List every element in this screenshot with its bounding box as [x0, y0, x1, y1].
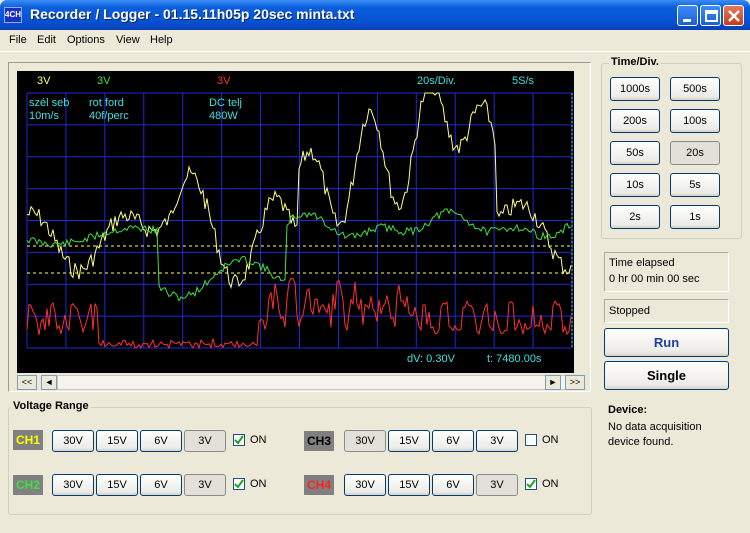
time-div-label: 20s/Div.	[417, 75, 456, 87]
ch1-30v-button[interactable]: 30V	[52, 430, 94, 452]
channel-info-3-name: DC telj	[209, 97, 243, 109]
time-div-1s-button[interactable]: 1s	[670, 205, 720, 229]
status-text: Stopped	[609, 305, 650, 317]
ch2-15v-button[interactable]: 15V	[96, 474, 138, 496]
time-div-20s-button[interactable]: 20s	[670, 141, 720, 165]
menu-bar: File Edit Options View Help	[0, 30, 750, 52]
maximize-button[interactable]	[700, 5, 721, 26]
channel-info-1-name: szél seb	[29, 97, 70, 109]
close-icon	[728, 10, 740, 22]
time-readout: t: 7480.00s	[487, 353, 542, 365]
time-div-200s-button[interactable]: 200s	[610, 109, 660, 133]
menu-options[interactable]: Options	[67, 34, 105, 46]
menu-edit[interactable]: Edit	[37, 34, 56, 46]
ch1-on-checkbox[interactable]	[233, 434, 245, 446]
time-div-50s-button[interactable]: 50s	[610, 141, 660, 165]
time-div-1000s-button[interactable]: 1000s	[610, 77, 660, 101]
voltage-range-title: Voltage Range	[11, 400, 91, 412]
ch2-30v-button[interactable]: 30V	[52, 474, 94, 496]
checkmark-icon	[234, 435, 244, 445]
oscilloscope-display[interactable]: 3V 3V 3V 20s/Div. 5S/s szél seb 10m/s ro…	[17, 71, 574, 373]
minimize-button[interactable]	[677, 5, 698, 26]
ch2-6v-button[interactable]: 6V	[140, 474, 182, 496]
ch4-label: CH4	[304, 475, 334, 495]
ch3-on-label: ON	[542, 434, 559, 446]
ch2-on-checkbox[interactable]	[233, 478, 245, 490]
channel-info-2-scale: 40f/perc	[89, 110, 129, 122]
menu-help[interactable]: Help	[150, 34, 173, 46]
single-button[interactable]: Single	[604, 361, 729, 390]
ch4-15v-button[interactable]: 15V	[388, 474, 430, 496]
device-status-line2: device found.	[608, 436, 674, 448]
menu-file[interactable]: File	[9, 34, 27, 46]
channel-info-3-scale: 480W	[209, 110, 238, 122]
ch4-6v-button[interactable]: 6V	[432, 474, 474, 496]
ch4-30v-button[interactable]: 30V	[344, 474, 386, 496]
channel-info-2-name: rot ford	[89, 97, 124, 109]
time-div-2s-button[interactable]: 2s	[610, 205, 660, 229]
app-icon: 4CH	[4, 7, 22, 23]
menu-view[interactable]: View	[116, 34, 140, 46]
ch1-on-label: ON	[250, 434, 267, 446]
ch3-3v-button[interactable]: 3V	[476, 430, 518, 452]
ch3-15v-button[interactable]: 15V	[388, 430, 430, 452]
maximize-icon	[705, 10, 718, 22]
time-div-title: Time/Div.	[609, 56, 661, 68]
ch1-scale-label: 3V	[37, 75, 51, 87]
ch4-on-checkbox[interactable]	[525, 478, 537, 490]
channel-info-1-scale: 10m/s	[29, 110, 59, 122]
scroll-last-button[interactable]: >>	[565, 375, 585, 390]
window-title: Recorder / Logger - 01.15.11h05p 20sec m…	[30, 6, 355, 22]
close-button[interactable]	[723, 5, 744, 26]
run-button[interactable]: Run	[604, 328, 729, 357]
device-label: Device:	[608, 404, 648, 416]
time-div-5s-button[interactable]: 5s	[670, 173, 720, 197]
ch4-3v-button[interactable]: 3V	[476, 474, 518, 496]
ch1-6v-button[interactable]: 6V	[140, 430, 182, 452]
time-div-500s-button[interactable]: 500s	[670, 77, 720, 101]
scroll-right-button[interactable]: ►	[545, 375, 561, 390]
ch2-scale-label: 3V	[97, 75, 111, 87]
device-status-line1: No data acquisition	[608, 421, 702, 433]
time-div-10s-button[interactable]: 10s	[610, 173, 660, 197]
title-bar: 4CH Recorder / Logger - 01.15.11h05p 20s…	[0, 0, 750, 30]
scope-scroll-row: << ◄ ► >>	[17, 375, 585, 390]
checkmark-icon	[526, 479, 536, 489]
ch3-6v-button[interactable]: 6V	[432, 430, 474, 452]
ch4-on-label: ON	[542, 478, 559, 490]
ch2-on-label: ON	[250, 478, 267, 490]
ch2-label: CH2	[13, 475, 43, 495]
ch3-label: CH3	[304, 431, 334, 451]
ch1-label: CH1	[13, 430, 43, 450]
time-elapsed-label: Time elapsed	[609, 257, 675, 269]
sample-rate-label: 5S/s	[512, 75, 535, 87]
ch3-on-checkbox[interactable]	[525, 434, 537, 446]
ch2-3v-button[interactable]: 3V	[184, 474, 226, 496]
minimize-icon	[683, 19, 691, 22]
time-elapsed-box: Time elapsed 0 hr 00 min 00 sec	[604, 252, 729, 292]
ch1-15v-button[interactable]: 15V	[96, 430, 138, 452]
ch1-3v-button[interactable]: 3V	[184, 430, 226, 452]
scroll-first-button[interactable]: <<	[17, 375, 37, 390]
time-elapsed-value: 0 hr 00 min 00 sec	[609, 273, 700, 285]
delta-voltage-readout: dV: 0.30V	[407, 353, 455, 365]
ch3-30v-button[interactable]: 30V	[344, 430, 386, 452]
horizontal-scrollbar[interactable]	[57, 375, 577, 390]
status-box: Stopped	[604, 299, 729, 323]
ch4-scale-label: 3V	[217, 75, 231, 87]
voltage-range-group: Voltage Range	[8, 400, 592, 515]
scroll-left-button[interactable]: ◄	[41, 375, 57, 390]
time-div-100s-button[interactable]: 100s	[670, 109, 720, 133]
checkmark-icon	[234, 479, 244, 489]
